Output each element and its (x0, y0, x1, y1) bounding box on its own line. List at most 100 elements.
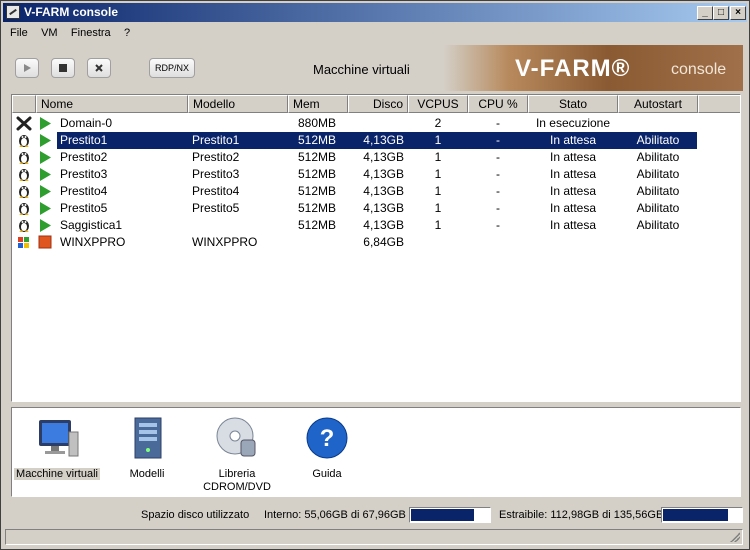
cell-autostart: Abilitato (636, 201, 680, 215)
cell-vcpus: 1 (434, 201, 442, 215)
running-icon (40, 117, 51, 130)
vfarm-logo: V-FARM® console (443, 45, 743, 91)
cell-vcpus: 1 (434, 150, 442, 164)
menu-help[interactable]: ? (119, 25, 135, 41)
table-row[interactable]: Saggistica1 512MB 4,13GB 1 - In attesa Abilita… (12, 217, 732, 234)
column-header-vcpus[interactable]: VCPUS (408, 95, 468, 113)
column-header-modello[interactable]: Modello (188, 95, 288, 113)
cell-mem: 512MB (298, 218, 337, 232)
column-header-stato[interactable]: Stato (528, 95, 618, 113)
cell-modello: Prestito2 (192, 150, 240, 164)
shutdown-button[interactable] (87, 58, 111, 78)
rdp-nx-button[interactable]: RDP/NX (149, 58, 195, 78)
table-row[interactable]: Prestito2 Prestito2 512MB 4,13GB 1 - In attesa… (12, 149, 732, 166)
play-button[interactable] (15, 58, 39, 78)
column-header-cpu[interactable]: CPU % (468, 95, 528, 113)
cell-modello: Prestito5 (192, 201, 240, 215)
cell-stato: In attesa (549, 167, 597, 181)
column-header-mem[interactable]: Mem (288, 95, 348, 113)
nav-guida[interactable]: ? Guida (282, 412, 372, 488)
app-window: V-FARM console _ □ × File VM Finestra ? … (0, 0, 750, 550)
close-button[interactable]: × (730, 6, 746, 20)
disk-usage-label: Spazio disco utilizzato (141, 509, 250, 521)
table-row[interactable]: WINXPPRO WINXPPRO 6,84GB (12, 234, 732, 251)
cell-disco: 4,13GB (363, 201, 404, 215)
status-bar: Spazio disco utilizzato Interno: 55,06GB… (3, 503, 747, 525)
linux-icon (19, 186, 29, 198)
xen-icon (16, 116, 32, 131)
table-row[interactable]: Prestito4 Prestito4 512MB 4,13GB 1 - In attesa… (12, 183, 732, 200)
linux-icon (19, 169, 29, 181)
cell-cpu: - (496, 116, 500, 130)
nav-modelli[interactable]: Modelli (102, 412, 192, 488)
column-header-nome[interactable]: Nome (36, 95, 188, 113)
cell-autostart (618, 234, 698, 251)
nav-panel: Macchine virtuali Modelli Libreria CDROM… (11, 407, 741, 497)
menu-bar: File VM Finestra ? (5, 25, 135, 41)
cell-cpu: - (496, 201, 500, 215)
column-header-disco[interactable]: Disco (348, 95, 408, 113)
title-bar[interactable]: V-FARM console _ □ × (3, 3, 747, 22)
cell-nome: Prestito2 (60, 150, 108, 164)
removable-disk-progress (661, 507, 743, 523)
status-bar-bottom (5, 529, 743, 545)
cell-modello (192, 217, 287, 234)
nav-libreria-cdrom[interactable]: Libreria CDROM/DVD (192, 412, 282, 493)
cell-cpu: - (496, 167, 500, 181)
running-icon (40, 134, 51, 147)
nav-label-libreria: Libreria CDROM/DVD (203, 468, 271, 493)
running-icon (40, 202, 51, 215)
column-header-autostart[interactable]: Autostart (618, 95, 698, 113)
cell-disco (348, 115, 404, 132)
cell-modello: Prestito4 (192, 184, 240, 198)
cell-modello: Prestito3 (192, 167, 240, 181)
cell-mem: 512MB (298, 133, 337, 147)
menu-vm[interactable]: VM (36, 25, 63, 41)
cell-stato (528, 234, 618, 251)
cell-autostart: Abilitato (636, 184, 680, 198)
cell-vcpus: 1 (434, 133, 442, 147)
linux-icon (19, 220, 29, 232)
table-row[interactable]: Prestito1 Prestito1 512MB 4,13GB 1 - In attesa… (12, 132, 732, 149)
cell-vcpus: 2 (434, 116, 442, 130)
cell-disco: 6,84GB (363, 235, 404, 249)
table-row[interactable]: Prestito5 Prestito5 512MB 4,13GB 1 - In attesa… (12, 200, 732, 217)
maximize-button[interactable]: □ (713, 6, 729, 20)
cell-cpu: - (496, 184, 500, 198)
table-row[interactable]: Prestito3 Prestito3 512MB 4,13GB 1 - In attesa… (12, 166, 732, 183)
cell-vcpus: 1 (434, 167, 442, 181)
toolbar: RDP/NX Macchine virtuali V-FARM® console (3, 45, 743, 91)
svg-text:?: ? (320, 425, 335, 452)
stop-icon (59, 64, 67, 72)
cell-stato: In attesa (549, 201, 597, 215)
column-header-icon[interactable] (12, 95, 36, 113)
app-icon (6, 5, 20, 19)
running-icon (40, 168, 51, 181)
cell-mem: 512MB (298, 184, 337, 198)
cell-mem: 512MB (298, 167, 337, 181)
cell-vcpus (408, 234, 468, 251)
minimize-button[interactable]: _ (697, 6, 713, 20)
stop-button[interactable] (51, 58, 75, 78)
vm-list[interactable]: Nome Modello Mem Disco VCPUS CPU % Stato… (11, 94, 741, 402)
resize-grip[interactable] (730, 532, 740, 542)
running-icon (40, 151, 51, 164)
cell-mem: 512MB (298, 201, 337, 215)
table-row[interactable]: Domain-0 880MB 2 - In esecuzione (12, 115, 732, 132)
cell-nome: Prestito1 (60, 133, 108, 147)
cell-vcpus: 1 (434, 218, 442, 232)
menu-file[interactable]: File (5, 25, 33, 41)
internal-disk-fill (411, 509, 475, 521)
logo-brand: V-FARM® (515, 55, 631, 82)
cell-stato: In attesa (549, 150, 597, 164)
menu-finestra[interactable]: Finestra (66, 25, 116, 41)
running-icon (40, 219, 51, 232)
monitor-icon (39, 420, 79, 457)
nav-macchine-virtuali[interactable]: Macchine virtuali (12, 412, 102, 488)
linux-icon (19, 152, 29, 164)
table-header: Nome Modello Mem Disco VCPUS CPU % Stato… (12, 95, 740, 113)
nav-label-macchine-virtuali: Macchine virtuali (14, 468, 100, 480)
cell-autostart: Abilitato (636, 167, 680, 181)
cell-stato: In attesa (549, 133, 597, 147)
linux-icon (19, 203, 29, 215)
